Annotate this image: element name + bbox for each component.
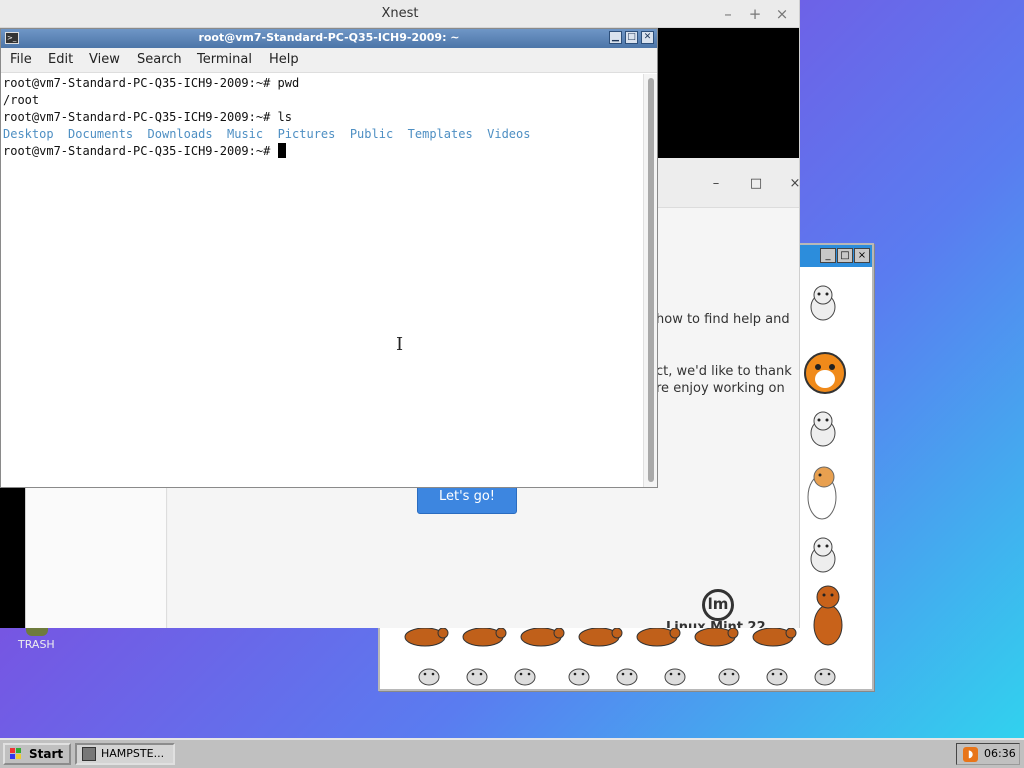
welcome-text-line1: how to find help and (656, 312, 790, 327)
menu-terminal[interactable]: Terminal (197, 52, 252, 67)
menu-search[interactable]: Search (137, 52, 182, 67)
hamster-sprite-icon (813, 585, 843, 646)
hamster-sprite-icon (810, 285, 836, 321)
dir-entry: Documents (68, 127, 134, 141)
terminal-prompt: root@vm7-Standard-PC-Q35-ICH9-2009:~# (3, 144, 278, 158)
rss-feed-icon[interactable]: ◗ (963, 747, 978, 762)
terminal-scrollbar[interactable] (643, 74, 657, 487)
welcome-close-button[interactable]: × (785, 174, 799, 194)
terminal-prompt: root@vm7-Standard-PC-Q35-ICH9-2009:~# (3, 76, 278, 90)
terminal-titlebar[interactable]: >_ root@vm7-Standard-PC-Q35-ICH9-2009: ~… (1, 29, 657, 48)
dir-entry: Music (227, 127, 264, 141)
terminal-close-button[interactable]: ✕ (641, 31, 654, 44)
hamster-sprite-icon (718, 668, 740, 686)
menu-view[interactable]: View (89, 52, 120, 67)
hampster-app-icon (82, 747, 96, 761)
terminal-minimize-button[interactable]: ▁ (609, 31, 622, 44)
hamster-sprite-icon (807, 466, 837, 520)
hamster-sprite-icon (664, 668, 686, 686)
menu-help[interactable]: Help (269, 52, 299, 67)
terminal-scrollbar-thumb[interactable] (648, 78, 654, 482)
mouse-ibeam-cursor-icon: I (396, 334, 404, 355)
terminal-window: >_ root@vm7-Standard-PC-Q35-ICH9-2009: ~… (0, 28, 658, 488)
hamster-sprite-icon (810, 537, 836, 573)
taskbar: Start HAMPSTE... ◗ 06:36 (0, 738, 1024, 768)
welcome-text-line2: ct, we'd like to thank (656, 364, 792, 379)
welcome-minimize-button[interactable]: – (706, 174, 726, 194)
hampster-maximize-button[interactable]: □ (837, 248, 853, 263)
dir-entry: Downloads (147, 127, 213, 141)
hamster-sprite-icon (804, 352, 846, 394)
menu-file[interactable]: File (10, 52, 32, 67)
xnest-window: Xnest – + × – □ × how to find help and c… (0, 0, 800, 628)
linux-mint-caption: Linux Mint 22 (666, 620, 766, 628)
xnest-maximize-button[interactable]: + (745, 4, 765, 24)
hamster-sprite-icon (466, 668, 488, 686)
hamster-sprite-icon (766, 668, 788, 686)
terminal-output-text: /root (3, 93, 40, 107)
terminal-command: ls (277, 110, 292, 124)
dir-entry: Pictures (277, 127, 336, 141)
terminal-maximize-button[interactable]: □ (625, 31, 638, 44)
hamster-sprite-icon (568, 668, 590, 686)
hampster-titlebar[interactable]: _ □ × (800, 245, 872, 267)
taskbar-item-label: HAMPSTE... (101, 747, 165, 760)
hamster-sprite-icon (814, 668, 836, 686)
terminal-line: /root (3, 92, 643, 109)
dir-entry: Public (349, 127, 394, 141)
hamster-sprite-icon (418, 668, 440, 686)
xnest-close-button[interactable]: × (772, 4, 792, 24)
terminal-output[interactable]: root@vm7-Standard-PC-Q35-ICH9-2009:~# pw… (1, 74, 643, 487)
dir-entry: Desktop (3, 127, 54, 141)
hampster-minimize-button[interactable]: _ (820, 248, 836, 263)
terminal-title: root@vm7-Standard-PC-Q35-ICH9-2009: ~ (198, 31, 460, 44)
welcome-text-line3: re enjoy working on (656, 381, 785, 396)
system-tray: ◗ 06:36 (956, 743, 1020, 765)
xnest-minimize-button[interactable]: – (718, 4, 738, 24)
terminal-ls-output: Desktop Documents Downloads Music Pictur… (3, 126, 643, 143)
terminal-command: pwd (277, 76, 300, 90)
clock: 06:36 (984, 747, 1016, 760)
xnest-title: Xnest (381, 6, 419, 21)
dir-entry: Videos (487, 127, 531, 141)
terminal-line: root@vm7-Standard-PC-Q35-ICH9-2009:~# (3, 143, 643, 160)
menu-edit[interactable]: Edit (48, 52, 73, 67)
terminal-line: root@vm7-Standard-PC-Q35-ICH9-2009:~# ls (3, 109, 643, 126)
welcome-maximize-button[interactable]: □ (746, 174, 766, 194)
linux-mint-logo-icon: lm (702, 589, 734, 621)
hamster-sprite-icon (514, 668, 536, 686)
terminal-prompt: root@vm7-Standard-PC-Q35-ICH9-2009:~# (3, 110, 278, 124)
hamster-sprite-icon (616, 668, 638, 686)
terminal-menubar: File Edit View Search Terminal Help (1, 48, 657, 73)
hampster-close-button[interactable]: × (854, 248, 870, 263)
start-flag-icon (10, 748, 21, 759)
start-label: Start (29, 747, 64, 761)
terminal-cursor (277, 143, 286, 158)
terminal-line: root@vm7-Standard-PC-Q35-ICH9-2009:~# pw… (3, 75, 643, 92)
dir-entry: Templates (407, 127, 473, 141)
start-button[interactable]: Start (3, 743, 71, 765)
xnest-titlebar[interactable]: Xnest – + × (0, 0, 799, 28)
trash-label[interactable]: TRASH (18, 638, 55, 651)
hamster-sprite-icon (810, 411, 836, 447)
taskbar-item-hampster[interactable]: HAMPSTE... (75, 743, 175, 765)
